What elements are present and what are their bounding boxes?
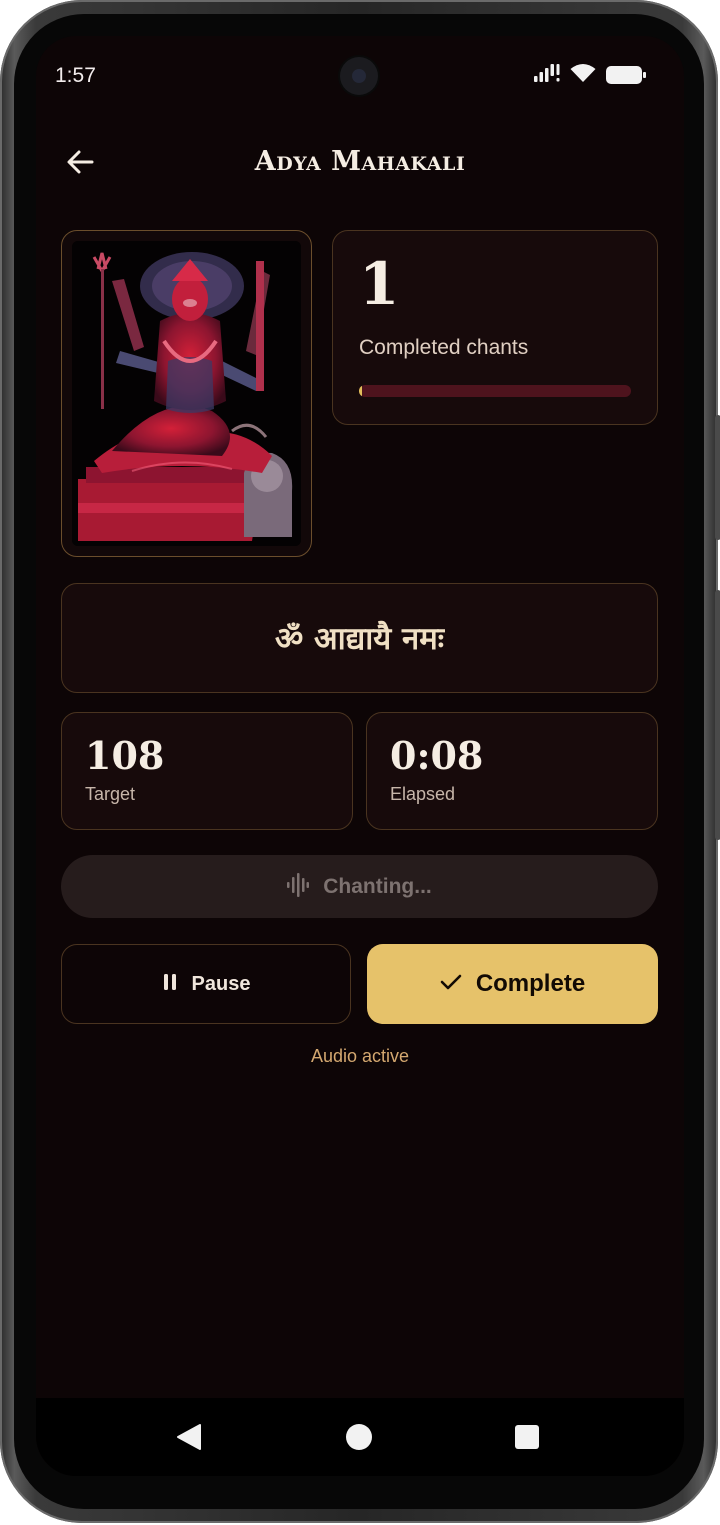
waveform-icon: [287, 872, 310, 901]
completed-chants-card: 1 Completed chants: [332, 230, 658, 425]
target-value: 108: [85, 733, 165, 778]
cellular-signal-icon: [534, 63, 560, 87]
chanting-status-button[interactable]: Chanting...: [61, 855, 658, 918]
completed-chants-label: Completed chants: [359, 336, 529, 359]
mantra-card: ॐ आद्यायै नमः: [61, 583, 658, 693]
screen: 1:57 Adya Mahakali 1 Completed chants ॐ …: [36, 36, 684, 1476]
target-label: Target: [85, 784, 136, 804]
chanting-status-label: Chanting...: [323, 874, 432, 898]
app-header: Adya Mahakali: [36, 136, 684, 196]
power-button: [715, 415, 720, 540]
completed-chants-count: 1: [359, 250, 400, 318]
complete-button[interactable]: Complete: [367, 944, 658, 1024]
pause-icon: [162, 973, 178, 995]
status-bar: 1:57: [36, 36, 684, 116]
status-icons: [534, 63, 646, 87]
chant-progress-fill: [359, 385, 362, 397]
status-time: 1:57: [55, 64, 96, 87]
elapsed-label: Elapsed: [390, 784, 456, 804]
check-icon: [440, 973, 462, 995]
deity-image-card: [61, 230, 312, 557]
page-title: Adya Mahakali: [254, 146, 466, 177]
nav-recents-icon[interactable]: [515, 1425, 539, 1449]
chant-progress-bar: [359, 385, 631, 397]
front-camera: [340, 57, 378, 95]
mantra-text: ॐ आद्यायै नमः: [274, 621, 445, 657]
pause-button[interactable]: Pause: [61, 944, 351, 1024]
nav-home-icon[interactable]: [346, 1424, 372, 1450]
elapsed-card: 0:08 Elapsed: [366, 712, 658, 830]
complete-button-label: Complete: [475, 970, 586, 997]
target-card: 108 Target: [61, 712, 353, 830]
elapsed-value: 0:08: [390, 733, 484, 778]
nav-back-icon[interactable]: [176, 1423, 202, 1455]
pause-button-label: Pause: [191, 972, 251, 995]
wifi-icon: [570, 63, 596, 87]
battery-icon: [606, 66, 646, 84]
phone-frame: 1:57 Adya Mahakali 1 Completed chants ॐ …: [0, 0, 720, 1523]
audio-status: Audio active: [310, 1046, 410, 1066]
deity-image: [72, 241, 301, 546]
volume-button: [715, 590, 720, 840]
navigation-bar: [36, 1398, 684, 1476]
